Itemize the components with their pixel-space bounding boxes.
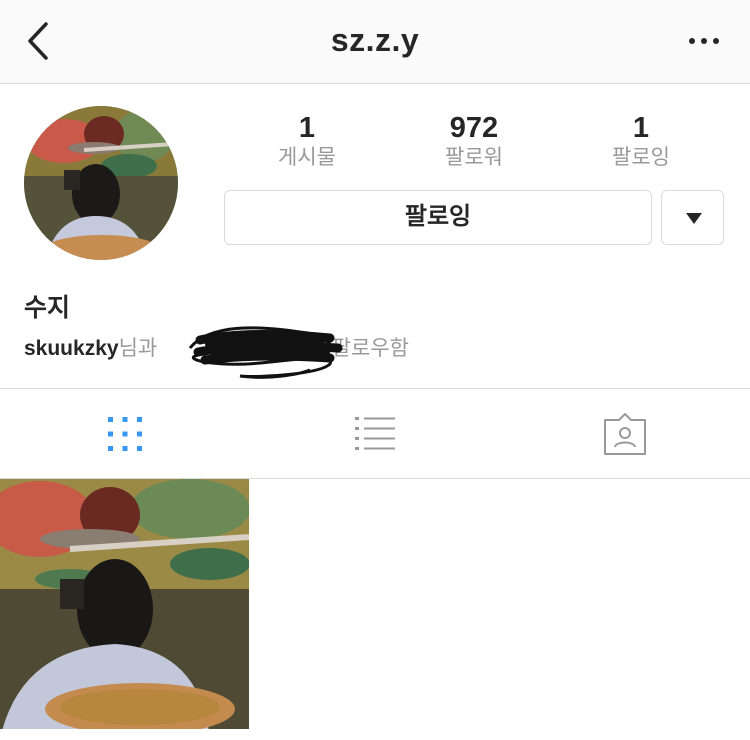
followed-by-connector: 님과 xyxy=(118,337,158,360)
posts-label: 게시물 xyxy=(278,146,336,169)
profile-photo xyxy=(24,106,178,260)
tagged-person-icon xyxy=(604,412,646,455)
redaction-scribble xyxy=(188,326,343,379)
display-name: 수지 xyxy=(24,294,71,322)
posts-count: 1 xyxy=(298,112,316,144)
list-icon xyxy=(355,416,395,450)
grid-icon xyxy=(108,416,142,451)
profile-view-tabs xyxy=(0,388,750,479)
followers-stat[interactable]: 972 팔로워 xyxy=(409,112,539,171)
top-nav-bar: sz.z.y xyxy=(0,0,750,84)
posts-stat[interactable]: 1 게시물 xyxy=(242,112,372,171)
following-count: 1 xyxy=(632,112,650,144)
more-options-button[interactable] xyxy=(688,34,720,46)
more-horizontal-icon xyxy=(689,38,719,44)
caret-down-icon xyxy=(686,213,702,224)
post-thumbnail[interactable] xyxy=(0,479,249,729)
suggestions-dropdown-button[interactable] xyxy=(661,190,724,245)
following-stat[interactable]: 1 팔로잉 xyxy=(576,112,706,171)
mutual-follower-username[interactable]: skuukzky xyxy=(24,337,119,360)
post-photo xyxy=(0,479,249,729)
tab-grid-view[interactable] xyxy=(0,389,250,478)
following-label: 팔로잉 xyxy=(612,146,670,169)
profile-avatar[interactable] xyxy=(24,106,178,260)
profile-username-title: sz.z.y xyxy=(330,22,420,58)
following-button[interactable]: 팔로잉 xyxy=(224,190,652,245)
followers-label: 팔로워 xyxy=(445,146,503,169)
tab-tagged[interactable] xyxy=(500,389,750,478)
tab-list-view[interactable] xyxy=(250,389,500,478)
followers-count: 972 xyxy=(449,112,499,144)
